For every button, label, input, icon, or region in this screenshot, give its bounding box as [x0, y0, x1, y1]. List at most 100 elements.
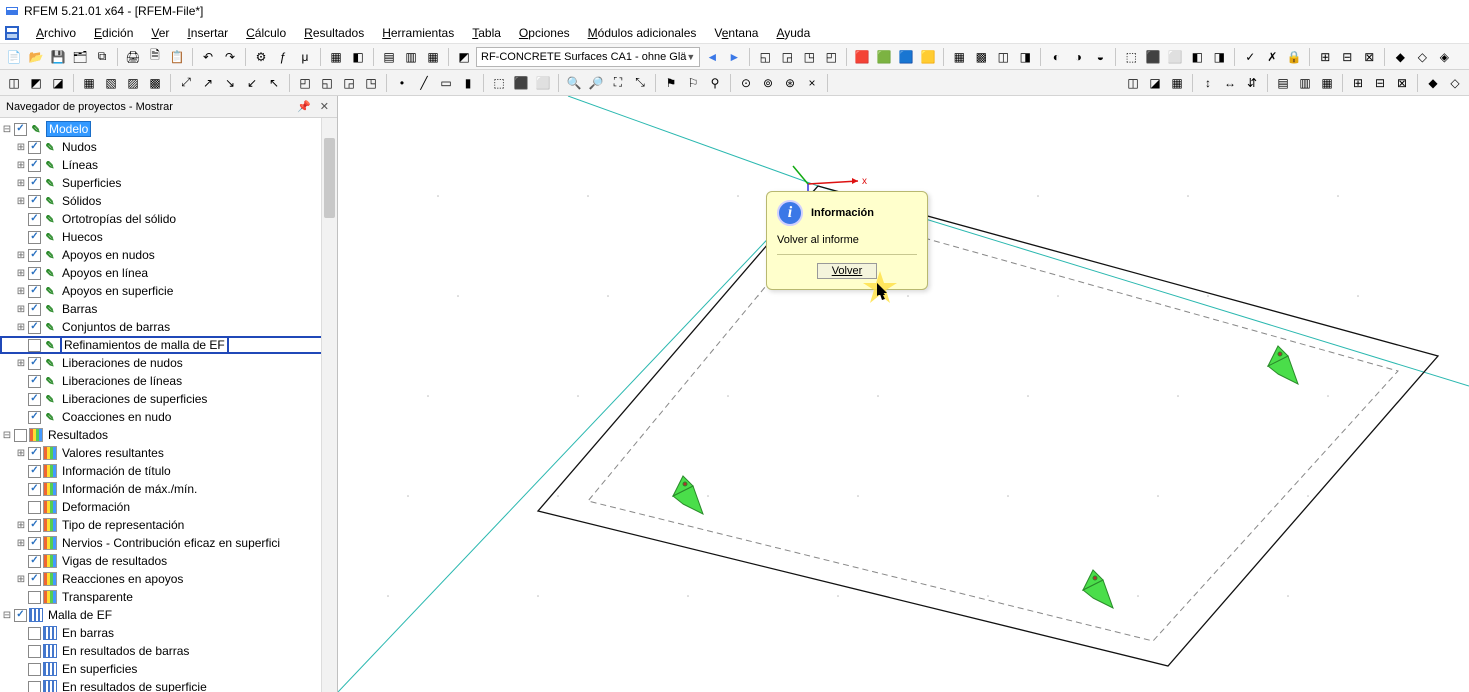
tb-print-icon[interactable]: 🖨: [123, 47, 143, 67]
checkbox[interactable]: [28, 465, 41, 478]
tree-node[interactable]: ✎Coacciones en nudo: [0, 408, 337, 426]
expand-toggle-icon[interactable]: ⊞: [14, 196, 28, 207]
tb2-line-icon[interactable]: ╱: [414, 73, 434, 93]
tb-mesh-a-icon[interactable]: ▦: [949, 47, 969, 67]
checkbox[interactable]: [28, 627, 41, 640]
tb2-right-m-icon[interactable]: ◆: [1423, 73, 1443, 93]
tb-copy-icon[interactable]: ⧉: [92, 47, 112, 67]
tree-node[interactable]: ⊞✎Liberaciones de nudos: [0, 354, 337, 372]
tree-node[interactable]: Deformación: [0, 498, 337, 516]
tree-node[interactable]: En resultados de barras: [0, 642, 337, 660]
tb-next-icon[interactable]: ►: [724, 47, 744, 67]
tb-calc-icon[interactable]: ⚙: [251, 47, 271, 67]
menu-ventana[interactable]: Ventana: [706, 24, 766, 42]
tree-node[interactable]: ⊞✎Conjuntos de barras: [0, 318, 337, 336]
tb2-f-icon[interactable]: ▨: [123, 73, 143, 93]
checkbox[interactable]: [28, 537, 41, 550]
tb-mesh-c-icon[interactable]: ◫: [993, 47, 1013, 67]
tb2-k-icon[interactable]: ↙: [242, 73, 262, 93]
tb-tool-d-icon[interactable]: ◰: [821, 47, 841, 67]
tb2-right-c-icon[interactable]: ▦: [1167, 73, 1187, 93]
checkbox[interactable]: [28, 213, 41, 226]
tree-node-modelo[interactable]: ⊟ ✎ Modelo: [0, 120, 337, 138]
tree-node[interactable]: En superficies: [0, 660, 337, 678]
tree-node[interactable]: ✎Huecos: [0, 228, 337, 246]
tree-node[interactable]: ✎Refinamientos de malla de EF: [0, 336, 337, 354]
expand-toggle-icon[interactable]: ⊞: [14, 160, 28, 171]
tb-cancel-icon[interactable]: ✗: [1262, 47, 1282, 67]
menu-insertar[interactable]: Insertar: [179, 24, 236, 42]
tb-saveall-icon[interactable]: 🗂: [70, 47, 90, 67]
tree-node[interactable]: ⊞Valores resultantes: [0, 444, 337, 462]
tb2-l-icon[interactable]: ↖: [264, 73, 284, 93]
expand-toggle-icon[interactable]: ⊞: [14, 358, 28, 369]
checkbox[interactable]: [28, 375, 41, 388]
menu-herramientas[interactable]: Herramientas: [374, 24, 462, 42]
tree-node-resultados[interactable]: ⊟ Resultados: [0, 426, 337, 444]
tb-prev-icon[interactable]: ◄: [702, 47, 722, 67]
tb2-cube-c-icon[interactable]: ◲: [339, 73, 359, 93]
checkbox[interactable]: [28, 141, 41, 154]
tb2-snap-c-icon[interactable]: ⊛: [780, 73, 800, 93]
expand-toggle-icon[interactable]: ⊞: [14, 538, 28, 549]
module-combo[interactable]: RF-CONCRETE Surfaces CA1 - ohne Glä ▼: [476, 47, 700, 67]
tb-tool-c-icon[interactable]: ◳: [799, 47, 819, 67]
tb-mesh-b-icon[interactable]: ▩: [971, 47, 991, 67]
tb-view-c-icon[interactable]: ◒: [1090, 47, 1110, 67]
tb2-sel-b-icon[interactable]: ⬛: [511, 73, 531, 93]
tb-misc-b-icon[interactable]: ◇: [1412, 47, 1432, 67]
tree-node[interactable]: ⊞✎Barras: [0, 300, 337, 318]
checkbox[interactable]: [14, 429, 27, 442]
tb-grid-b-icon[interactable]: ⊟: [1337, 47, 1357, 67]
tb-lock-icon[interactable]: 🔒: [1284, 47, 1304, 67]
checkbox[interactable]: [28, 321, 41, 334]
tb-extra-d-icon[interactable]: ◧: [1187, 47, 1207, 67]
tree-node[interactable]: ⊞✎Sólidos: [0, 192, 337, 210]
tb2-surf-icon[interactable]: ▭: [436, 73, 456, 93]
tb-redo-icon[interactable]: ↷: [220, 47, 240, 67]
tb2-filter-a-icon[interactable]: ⚑: [661, 73, 681, 93]
tb2-right-d-icon[interactable]: ↕: [1198, 73, 1218, 93]
tb-mesh-d-icon[interactable]: ◨: [1015, 47, 1035, 67]
tb2-cube-b-icon[interactable]: ◱: [317, 73, 337, 93]
tb-flag-icon[interactable]: ◩: [454, 47, 474, 67]
tb2-right-j-icon[interactable]: ⊞: [1348, 73, 1368, 93]
tb2-right-e-icon[interactable]: ↔: [1220, 73, 1240, 93]
tb2-solid-icon[interactable]: ▮: [458, 73, 478, 93]
tb-new-icon[interactable]: 📄: [4, 47, 24, 67]
tb-units-icon[interactable]: μ: [295, 47, 315, 67]
menu-archivo[interactable]: Archivo: [28, 24, 84, 42]
tb2-zoom-a-icon[interactable]: 🔍: [564, 73, 584, 93]
tb2-right-l-icon[interactable]: ⊠: [1392, 73, 1412, 93]
expand-toggle-icon[interactable]: ⊞: [14, 142, 28, 153]
close-icon[interactable]: ✕: [320, 100, 329, 113]
tb2-j-icon[interactable]: ↘: [220, 73, 240, 93]
viewport-3d[interactable]: x z: [338, 96, 1469, 692]
expand-toggle-icon[interactable]: ⊞: [14, 448, 28, 459]
tree-node[interactable]: Información de título: [0, 462, 337, 480]
scroll-thumb[interactable]: [324, 138, 335, 218]
tb2-right-f-icon[interactable]: ⇵: [1242, 73, 1262, 93]
tb-params-icon[interactable]: ƒ: [273, 47, 293, 67]
tree-node[interactable]: ✎Liberaciones de líneas: [0, 372, 337, 390]
tb-extra-b-icon[interactable]: ⬛: [1143, 47, 1163, 67]
expand-toggle-icon[interactable]: ⊞: [14, 286, 28, 297]
expand-toggle-icon[interactable]: ⊞: [14, 574, 28, 585]
tb2-filter-b-icon[interactable]: ⚐: [683, 73, 703, 93]
tree-node[interactable]: ⊞Nervios - Contribución eficaz en superf…: [0, 534, 337, 552]
tb-grid-c-icon[interactable]: ⊠: [1359, 47, 1379, 67]
tb2-sel-a-icon[interactable]: ⬚: [489, 73, 509, 93]
tb-save-icon[interactable]: 💾: [48, 47, 68, 67]
tb-clipboard-icon[interactable]: 📋: [167, 47, 187, 67]
tree-node[interactable]: ⊞✎Líneas: [0, 156, 337, 174]
tree-node[interactable]: ✎Liberaciones de superficies: [0, 390, 337, 408]
tb2-snap-b-icon[interactable]: ⊚: [758, 73, 778, 93]
tb-color-d-icon[interactable]: 🟨: [918, 47, 938, 67]
checkbox[interactable]: [28, 393, 41, 406]
navigator-tree[interactable]: ⊟ ✎ Modelo ⊞✎Nudos⊞✎Líneas⊞✎Superficies⊞…: [0, 118, 337, 692]
tree-node[interactable]: ⊞✎Apoyos en nudos: [0, 246, 337, 264]
tb2-sel-c-icon[interactable]: ⬜: [533, 73, 553, 93]
tb2-right-i-icon[interactable]: ▦: [1317, 73, 1337, 93]
tree-node[interactable]: ⊞✎Apoyos en superficie: [0, 282, 337, 300]
checkbox[interactable]: [28, 177, 41, 190]
